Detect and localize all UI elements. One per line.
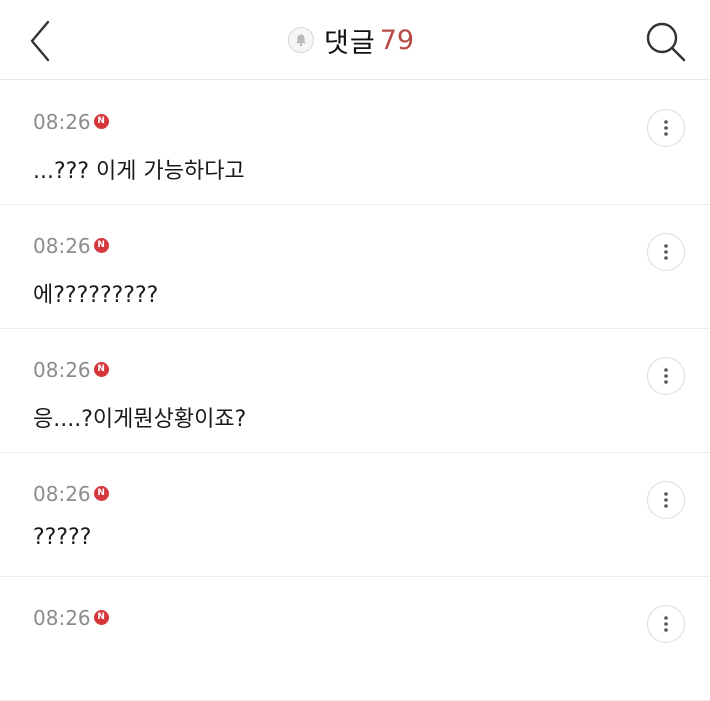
comment-meta: 08:26 N (33, 109, 109, 135)
comment-text: 에????????? (33, 283, 159, 308)
comment-item: 08:26 N ????? (0, 453, 710, 577)
back-button[interactable] (18, 16, 68, 66)
more-options-button[interactable] (647, 605, 685, 643)
comment-count: 79 (379, 24, 415, 56)
top-bar: 댓글 79 (0, 0, 710, 80)
comment-meta: 08:26 N (33, 233, 109, 259)
comment-meta: 08:26 N (33, 481, 109, 507)
search-icon (646, 22, 686, 62)
page-title: 댓글 79 (288, 20, 414, 60)
comment-list: 08:26 N ...??? 이게 가능하다고 08:26 N 에???????… (0, 81, 710, 701)
comment-item: 08:26 N ...??? 이게 가능하다고 (0, 81, 710, 205)
comment-item: 08:26 N (0, 577, 710, 701)
more-vertical-icon (664, 244, 668, 260)
comment-time: 08:26 (33, 482, 91, 506)
title-label: 댓글 (324, 27, 376, 59)
new-badge: N (93, 361, 109, 377)
comment-text: 응....?이게뭔상황이죠? (33, 407, 247, 432)
comment-meta: 08:26 N (33, 357, 109, 383)
new-badge: N (93, 609, 109, 625)
chevron-left-icon (30, 20, 50, 62)
bell-icon[interactable] (288, 27, 314, 53)
comment-text: ...??? 이게 가능하다고 (33, 159, 245, 184)
more-vertical-icon (664, 368, 668, 384)
more-vertical-icon (664, 120, 668, 136)
more-options-button[interactable] (647, 357, 685, 395)
comment-text: ????? (33, 525, 92, 550)
more-vertical-icon (664, 616, 668, 632)
comment-time: 08:26 (33, 358, 91, 382)
more-options-button[interactable] (647, 481, 685, 519)
more-options-button[interactable] (647, 233, 685, 271)
comment-time: 08:26 (33, 606, 91, 630)
more-options-button[interactable] (647, 109, 685, 147)
comment-item: 08:26 N 응....?이게뭔상황이죠? (0, 329, 710, 453)
new-badge: N (93, 237, 109, 253)
comment-time: 08:26 (33, 110, 91, 134)
comment-item: 08:26 N 에????????? (0, 205, 710, 329)
more-vertical-icon (664, 492, 668, 508)
new-badge: N (93, 485, 109, 501)
search-button[interactable] (640, 16, 690, 66)
comment-time: 08:26 (33, 234, 91, 258)
comment-meta: 08:26 N (33, 605, 109, 631)
new-badge: N (93, 113, 109, 129)
